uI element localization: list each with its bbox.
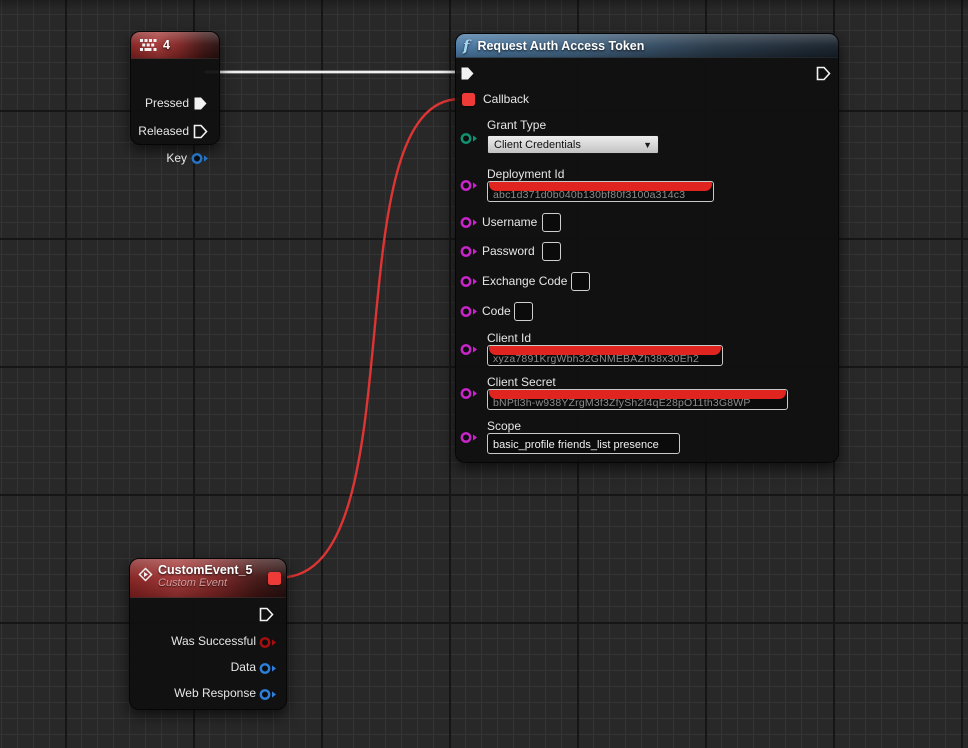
scope-label: Scope — [487, 419, 521, 434]
web-response-pin[interactable] — [259, 688, 277, 701]
client-secret-label: Client Secret — [487, 375, 556, 390]
username-pin[interactable] — [460, 216, 478, 229]
custom-event-node-title: CustomEvent_5 — [158, 563, 252, 577]
deployment-id-field[interactable]: abc1d371d0b040b130bf80f3100a314c3 — [487, 181, 714, 202]
password-field[interactable] — [542, 242, 561, 261]
password-label: Password — [482, 244, 535, 259]
chevron-down-icon: ▼ — [643, 140, 652, 150]
grant-type-label: Grant Type — [487, 118, 546, 133]
client-id-label: Client Id — [487, 331, 531, 346]
exchange-code-field[interactable] — [571, 272, 590, 291]
was-successful-label: Was Successful — [130, 634, 256, 649]
grant-type-selected-value: Client Credentials — [494, 139, 581, 151]
request-auth-node-title: Request Auth Access Token — [477, 39, 644, 53]
data-pin[interactable] — [259, 662, 277, 675]
key-event-node-header[interactable]: 4 — [131, 32, 219, 59]
scope-field-text: basic_profile friends_list presence — [493, 439, 659, 451]
exchange-code-label: Exchange Code — [482, 274, 567, 289]
username-label: Username — [482, 215, 537, 230]
password-pin[interactable] — [460, 245, 478, 258]
scope-field[interactable]: basic_profile friends_list presence — [487, 433, 680, 454]
custom-event-node-subtitle: Custom Event — [158, 577, 252, 589]
request-auth-access-token-node[interactable]: f Request Auth Access Token Callback Gra… — [455, 33, 839, 463]
exchange-code-pin[interactable] — [460, 275, 478, 288]
code-pin[interactable] — [460, 305, 478, 318]
deployment-id-label: Deployment Id — [487, 167, 564, 182]
key-event-node-title: 4 — [163, 38, 170, 52]
event-delegate-pin[interactable] — [268, 572, 281, 585]
custom-event-node[interactable]: CustomEvent_5 Custom Event Was Successfu… — [129, 558, 287, 710]
callback-delegate-pin[interactable] — [462, 93, 475, 106]
keyboard-icon — [139, 39, 157, 52]
deployment-id-pin[interactable] — [460, 179, 478, 192]
exec-input-pin[interactable] — [460, 66, 475, 81]
redaction-bar — [489, 181, 712, 191]
custom-event-icon — [138, 567, 153, 582]
function-icon: f — [463, 37, 469, 55]
redaction-bar — [489, 389, 786, 399]
request-auth-node-header[interactable]: f Request Auth Access Token — [456, 34, 838, 58]
exec-pin-released[interactable] — [193, 124, 208, 139]
grant-type-pin[interactable] — [460, 132, 478, 145]
pin-label-key: Key — [131, 151, 187, 166]
client-id-pin[interactable] — [460, 343, 478, 356]
key-struct-pin[interactable] — [191, 152, 209, 165]
exec-pin-pressed[interactable] — [193, 96, 208, 111]
code-field[interactable] — [514, 302, 533, 321]
client-id-field[interactable]: xyza7891KrgWbh32GNMEBAZh38x30Eh2 — [487, 345, 723, 366]
pin-label-callback: Callback — [483, 92, 529, 107]
redaction-bar — [489, 345, 721, 355]
pin-label-released: Released — [131, 124, 189, 139]
grant-type-dropdown[interactable]: Client Credentials ▼ — [487, 135, 659, 154]
client-secret-pin[interactable] — [460, 387, 478, 400]
was-successful-pin[interactable] — [259, 636, 277, 649]
scope-pin[interactable] — [460, 431, 478, 444]
key-event-node[interactable]: 4 Pressed Released Key — [130, 31, 220, 145]
event-exec-output-pin[interactable] — [259, 607, 274, 622]
client-secret-field[interactable]: bNPtl3h-w938YZrgM3f3ZfySh2f4qE28pO11th3G… — [487, 389, 788, 410]
data-label: Data — [130, 660, 256, 675]
custom-event-node-header[interactable]: CustomEvent_5 Custom Event — [130, 559, 286, 598]
web-response-label: Web Response — [130, 686, 256, 701]
exec-output-pin[interactable] — [816, 66, 831, 81]
username-field[interactable] — [542, 213, 561, 232]
code-label: Code — [482, 304, 511, 319]
pin-label-pressed: Pressed — [131, 96, 189, 111]
wire-callback-to-customevent[interactable] — [280, 99, 460, 578]
